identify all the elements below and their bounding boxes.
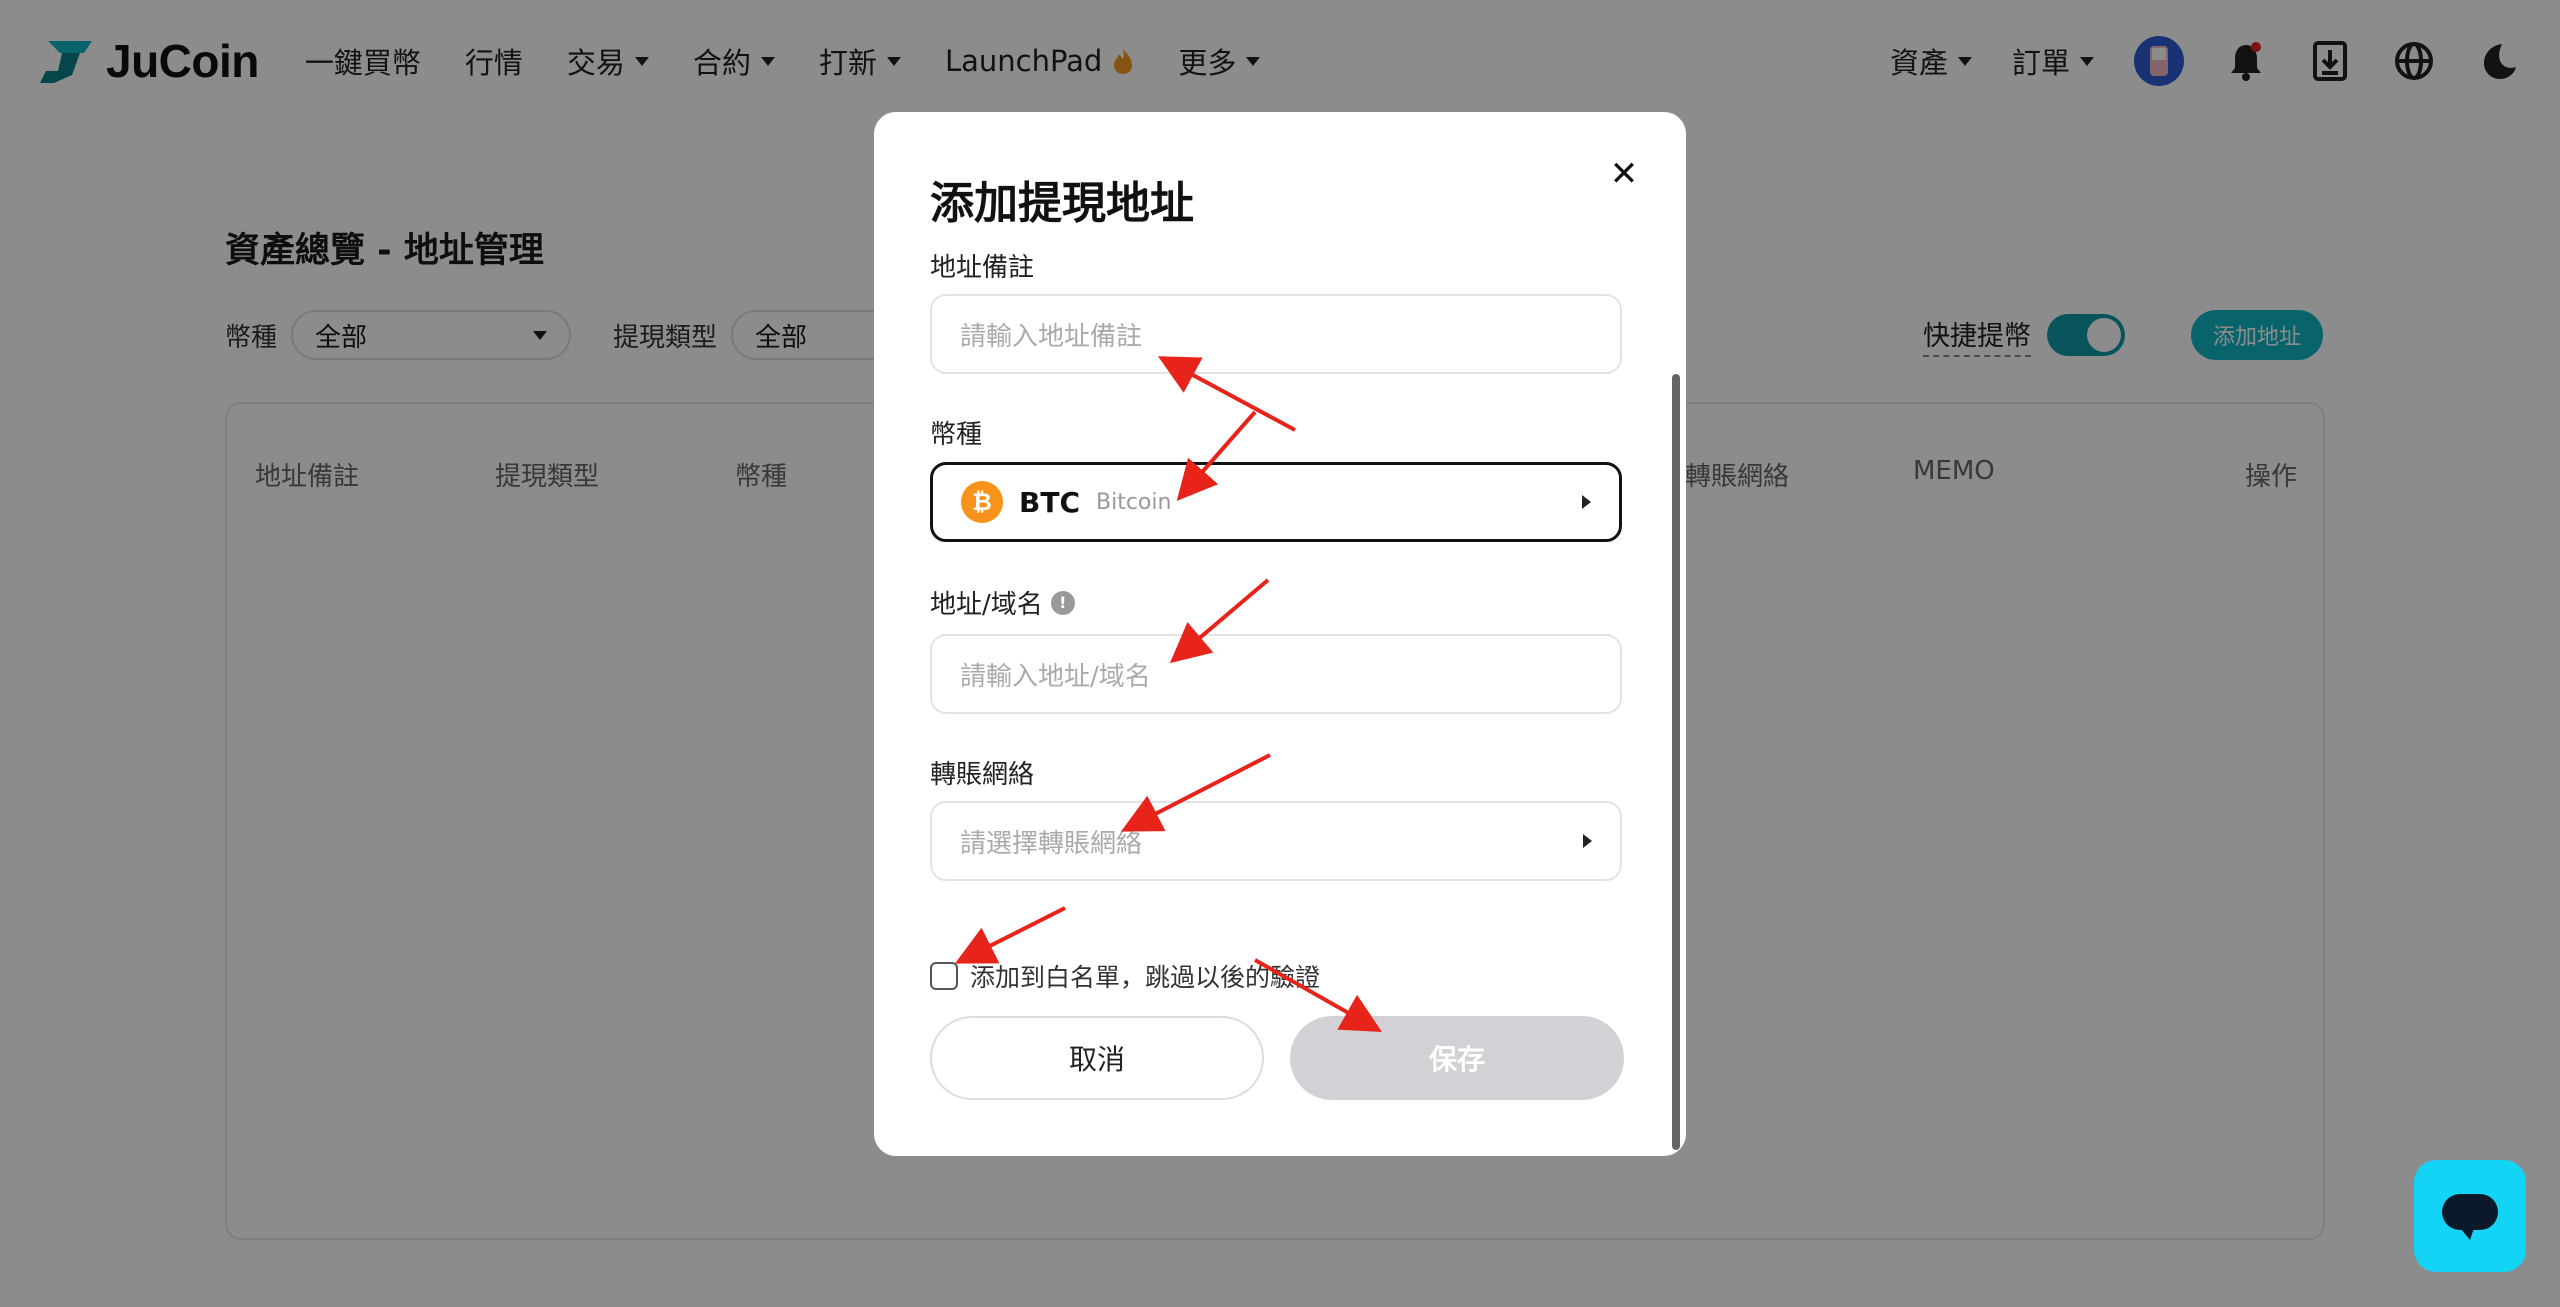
network-select[interactable]: 請選擇轉賬網絡 (930, 801, 1622, 881)
whitelist-label: 添加到白名單，跳過以後的驗證 (970, 963, 1321, 992)
network-placeholder: 請選擇轉賬網絡 (960, 828, 1143, 859)
support-chat-button[interactable] (2414, 1160, 2526, 1272)
close-icon[interactable]: ✕ (1604, 154, 1644, 194)
coin-symbol: BTC (1019, 485, 1080, 519)
caret-right-icon (1582, 495, 1591, 509)
remark-input[interactable]: 請輸入地址備註 (930, 294, 1622, 374)
coin-label: 幣種 (930, 414, 982, 451)
label-text: 地址/域名 (930, 590, 1043, 620)
chat-icon (2442, 1194, 2498, 1240)
info-icon[interactable]: ! (1050, 590, 1075, 615)
add-withdraw-address-dialog: 添加提現地址 ✕ 地址備註 請輸入地址備註 幣種 ₿ BTC Bitcoin 地… (874, 112, 1686, 1156)
caret-right-icon (1583, 834, 1592, 848)
cancel-button[interactable]: 取消 (930, 1016, 1264, 1100)
bitcoin-icon: ₿ (961, 481, 1003, 523)
remark-label: 地址備註 (930, 247, 1034, 284)
whitelist-checkbox[interactable] (930, 962, 958, 990)
network-label: 轉賬網絡 (930, 754, 1034, 791)
dialog-title: 添加提現地址 (930, 178, 1194, 229)
label-text: 轉賬網絡 (930, 760, 1035, 790)
address-input[interactable]: 請輸入地址/域名 (930, 634, 1622, 714)
label-text: 地址備註 (930, 253, 1035, 283)
address-placeholder: 請輸入地址/域名 (960, 661, 1151, 692)
whitelist-option: 添加到白名單，跳過以後的驗證 (930, 958, 1320, 994)
coin-select[interactable]: ₿ BTC Bitcoin (930, 462, 1622, 542)
address-label: 地址/域名 ! (930, 584, 1075, 621)
selected-coin: ₿ BTC Bitcoin (961, 481, 1171, 523)
save-button[interactable]: 保存 (1290, 1016, 1624, 1100)
remark-placeholder: 請輸入地址備註 (960, 321, 1143, 352)
label-text: 幣種 (930, 420, 983, 450)
dialog-scrollbar[interactable] (1672, 374, 1680, 1150)
coin-name: Bitcoin (1096, 489, 1172, 515)
